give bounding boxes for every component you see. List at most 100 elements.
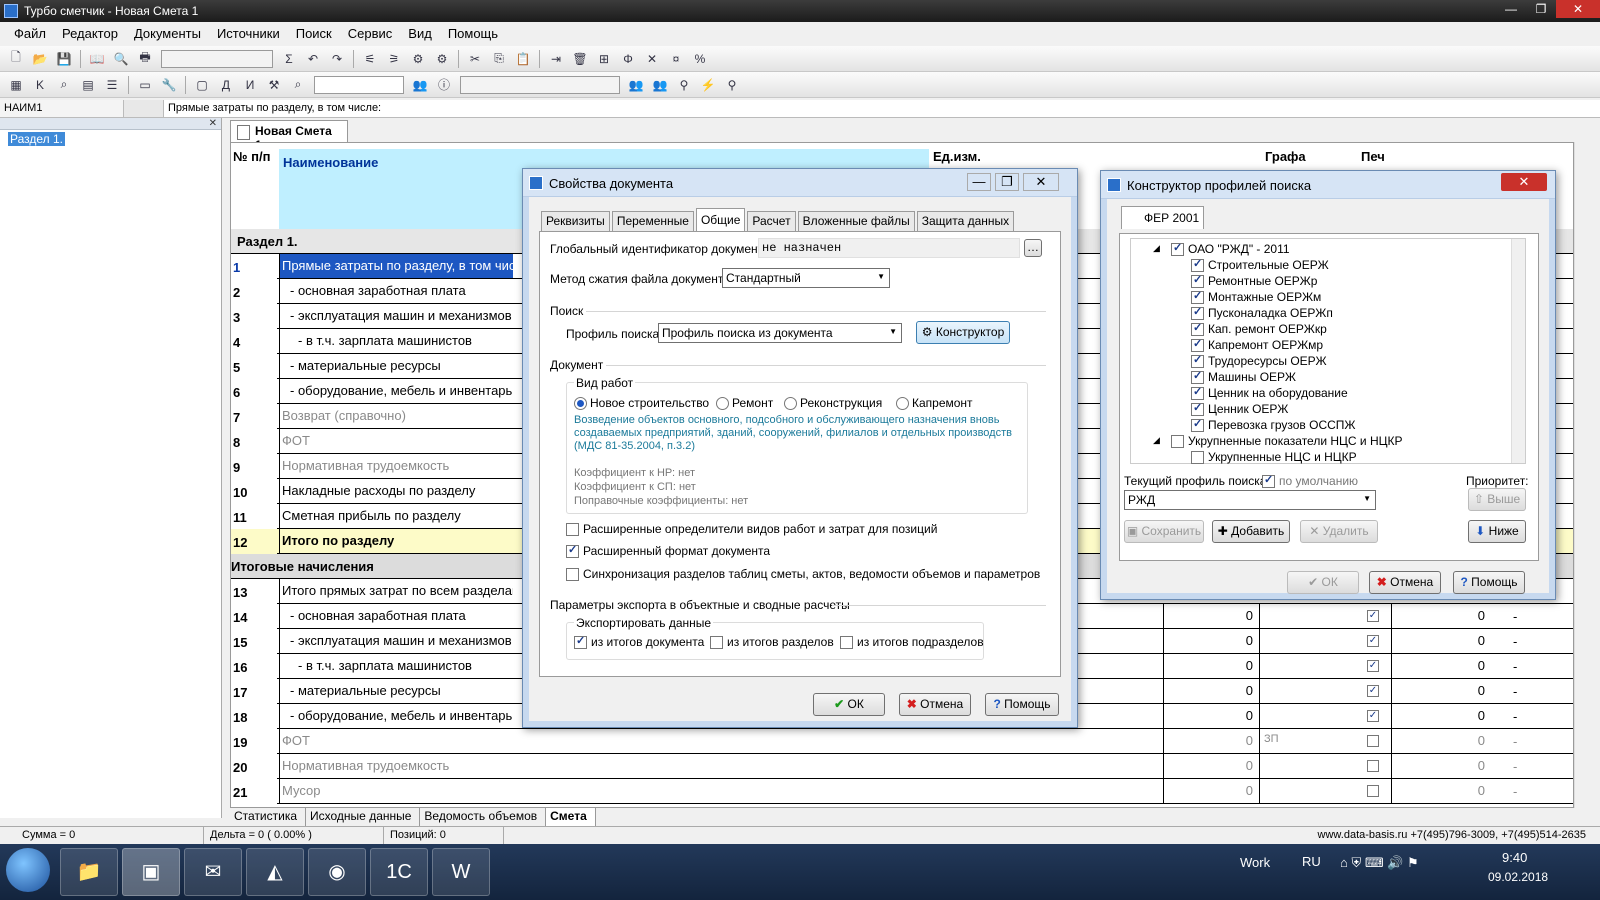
paste-icon[interactable]: 📋: [513, 49, 533, 69]
tree-item[interactable]: Перевозка грузов ОССПЖ: [1191, 417, 1356, 432]
magnifier-icon[interactable]: ⌕: [54, 75, 74, 95]
tab-calculation[interactable]: Расчет: [747, 211, 796, 231]
table-row[interactable]: 19 ФОТ 0 ЗП 0-: [231, 729, 1573, 754]
style-combo[interactable]: [161, 49, 273, 68]
guid-field[interactable]: не назначен: [758, 238, 1020, 258]
explorer-icon[interactable]: 📁: [60, 848, 118, 896]
book-icon[interactable]: 📖: [87, 49, 107, 69]
sync-sections-checkbox[interactable]: Синхронизация разделов таблиц сметы, акт…: [566, 567, 1040, 581]
list-icon[interactable]: ☰: [102, 75, 122, 95]
menu-view[interactable]: Вид: [400, 26, 440, 41]
grid-vertical-scrollbar[interactable]: [1574, 142, 1592, 808]
lightning-icon[interactable]: ⚡: [698, 75, 718, 95]
table-icon[interactable]: ▭: [135, 75, 155, 95]
redo-icon[interactable]: ↷: [327, 49, 347, 69]
menu-edit[interactable]: Редактор: [54, 26, 126, 41]
filter-icon[interactable]: ⚲: [674, 75, 694, 95]
minimize-button[interactable]: —: [1496, 0, 1526, 18]
people3-icon[interactable]: 👥: [650, 75, 670, 95]
radio-repair[interactable]: Ремонт: [716, 396, 773, 410]
new-doc-icon[interactable]: 🗋: [6, 49, 26, 69]
search-combo[interactable]: [460, 75, 620, 94]
menu-file[interactable]: Файл: [6, 26, 54, 41]
tab-attachments[interactable]: Вложенные файлы: [797, 211, 915, 231]
tree-item[interactable]: Трудоресурсы ОЕРЖ: [1191, 353, 1327, 368]
export-subsection-totals-checkbox[interactable]: из итогов подразделов: [840, 635, 984, 649]
tab-protection[interactable]: Защита данных: [916, 211, 1015, 231]
table-row[interactable]: 20 Нормативная трудоемкость 00-: [231, 754, 1573, 779]
priority-up-button[interactable]: ⇧ Выше: [1468, 488, 1526, 511]
tools-icon[interactable]: ✕: [642, 49, 662, 69]
save-profile-button[interactable]: ▣ Сохранить: [1124, 520, 1204, 543]
chart-icon[interactable]: ▤: [78, 75, 98, 95]
tool-icon-3[interactable]: ⚙: [408, 49, 428, 69]
tree-item[interactable]: Монтажные ОЕРЖм: [1191, 289, 1321, 304]
save-icon[interactable]: 💾: [54, 49, 74, 69]
turbo-smetchik-icon[interactable]: ▣: [122, 848, 180, 896]
profile-select[interactable]: Профиль поиска из документа: [658, 323, 902, 343]
tray-work-label[interactable]: Work: [1240, 855, 1270, 870]
tree-collapse-icon[interactable]: ◢: [1153, 243, 1160, 254]
table-row[interactable]: 21 Мусор 00-: [231, 779, 1573, 804]
delete-profile-button[interactable]: ✕ Удалить: [1300, 520, 1378, 543]
tab-requisites[interactable]: Реквизиты: [541, 211, 610, 231]
preview-icon[interactable]: 🔍: [111, 49, 131, 69]
menu-sources[interactable]: Источники: [209, 26, 288, 41]
restore-button[interactable]: ❐: [1526, 0, 1556, 18]
radio-reconstruction[interactable]: Реконструкция: [784, 396, 882, 410]
indent-icon[interactable]: ⇥: [546, 49, 566, 69]
underline-icon[interactable]: Д: [216, 75, 236, 95]
cut-icon[interactable]: ✂: [465, 49, 485, 69]
document-tab[interactable]: Новая Смета 1: [230, 120, 348, 152]
chrome-icon[interactable]: ◉: [308, 848, 366, 896]
people-icon[interactable]: 👥: [410, 75, 430, 95]
menu-search[interactable]: Поиск: [288, 26, 340, 41]
compress-select[interactable]: Стандартный: [722, 268, 890, 288]
profile-close-button[interactable]: ✕: [1501, 173, 1547, 191]
phi-icon[interactable]: Φ: [618, 49, 638, 69]
info-icon[interactable]: ⓘ: [434, 75, 454, 95]
grid-icon[interactable]: ▦: [6, 75, 26, 95]
wrench-icon[interactable]: 🔧: [159, 75, 179, 95]
tree-item[interactable]: Машины ОЕРЖ: [1191, 369, 1296, 384]
close-button[interactable]: ✕: [1556, 0, 1600, 18]
word-icon[interactable]: W: [432, 848, 490, 896]
cell-content-field[interactable]: Прямые затраты по разделу, в том числе:: [164, 100, 381, 117]
dialog-close-button[interactable]: ✕: [1023, 173, 1059, 191]
tree-root-rzd[interactable]: ОАО "РЖД" - 2011: [1171, 241, 1290, 256]
tree-scrollbar[interactable]: [1511, 239, 1525, 463]
start-button[interactable]: [6, 848, 50, 892]
menu-help[interactable]: Помощь: [440, 26, 506, 41]
tree-item[interactable]: Кап. ремонт ОЕРЖкр: [1191, 321, 1327, 336]
tray-date[interactable]: 09.02.2018: [1488, 870, 1548, 884]
priority-down-button[interactable]: ⬇ Ниже: [1468, 520, 1526, 543]
export-section-totals-checkbox[interactable]: из итогов разделов: [710, 635, 834, 649]
tree-item[interactable]: Ценник ОЕРЖ: [1191, 401, 1288, 416]
constructor-button[interactable]: ⚙ Конструктор: [916, 321, 1010, 344]
1c-icon[interactable]: 1С: [370, 848, 428, 896]
find-icon[interactable]: ⌕: [288, 75, 308, 95]
thunderbird-icon[interactable]: ✉: [184, 848, 242, 896]
copy-icon[interactable]: ⎘: [489, 49, 509, 69]
open-icon[interactable]: 📂: [30, 49, 50, 69]
extended-determinants-checkbox[interactable]: Расширенные определители видов работ и з…: [566, 522, 937, 536]
settings-icon[interactable]: ⚒: [264, 75, 284, 95]
italic-icon[interactable]: И: [240, 75, 260, 95]
profile-help-button[interactable]: ? Помощь: [1453, 571, 1525, 594]
tab-statistics[interactable]: Статистика: [230, 808, 307, 826]
archicad-icon[interactable]: ◭: [246, 848, 304, 896]
export-doc-totals-checkbox[interactable]: из итогов документа: [574, 634, 704, 649]
sum-icon[interactable]: Σ: [279, 49, 299, 69]
tab-volumes[interactable]: Ведомость объемов: [420, 808, 547, 826]
profile-ok-button[interactable]: ✔ ОК: [1287, 571, 1359, 594]
tray-time[interactable]: 9:40: [1502, 850, 1527, 865]
tray-lang[interactable]: RU: [1302, 854, 1321, 869]
radio-capital-repair[interactable]: Капремонт: [896, 396, 973, 410]
tree-item[interactable]: Ремонтные ОЕРЖр: [1191, 273, 1317, 288]
delete-icon[interactable]: 🗑: [570, 49, 590, 69]
close-tree-icon[interactable]: ✕: [209, 118, 217, 129]
filter2-icon[interactable]: ⚲: [722, 75, 742, 95]
tab-source-data[interactable]: Исходные данные: [306, 808, 421, 826]
filter-combo[interactable]: [314, 75, 404, 94]
guid-browse-button[interactable]: …: [1024, 239, 1042, 257]
